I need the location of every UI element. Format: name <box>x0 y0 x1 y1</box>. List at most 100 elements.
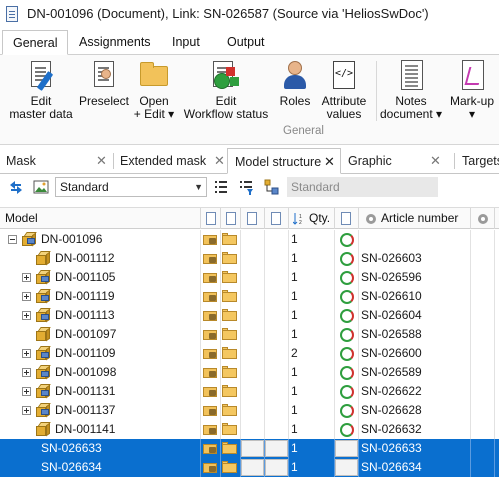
qty-cell: 1 <box>291 251 298 265</box>
expand-icon[interactable] <box>22 349 31 358</box>
folder-icon <box>222 347 237 359</box>
table-row[interactable]: DN-001097 1 SN-026588 <box>0 325 499 344</box>
cell-divider <box>240 230 241 249</box>
model-name-cell: DN-001098 <box>55 365 117 379</box>
folder-icon <box>222 366 237 378</box>
cell-divider <box>264 420 265 439</box>
tab-general[interactable]: General <box>2 30 69 55</box>
table-row[interactable]: DN-001113 1 SN-026604 <box>0 306 499 325</box>
cell-divider <box>334 268 335 287</box>
column-model[interactable]: Model <box>5 208 38 229</box>
folder-icon <box>222 461 237 473</box>
locked-folder-icon <box>203 347 218 359</box>
cell-divider <box>220 325 221 344</box>
cell-divider <box>240 325 241 344</box>
locked-folder-icon <box>203 309 218 321</box>
cell-divider <box>358 439 359 458</box>
tab-graphic[interactable]: Graphic ✕ <box>348 148 448 174</box>
expand-icon[interactable] <box>22 387 31 396</box>
expand-icon[interactable] <box>22 368 31 377</box>
cell-divider <box>334 306 335 325</box>
edit-document-icon <box>26 59 56 91</box>
cell-divider <box>240 382 241 401</box>
expand-icon[interactable] <box>22 292 31 301</box>
roles-button[interactable]: Roles <box>277 59 313 108</box>
tab-assignments[interactable]: Assignments <box>79 30 151 55</box>
cell-divider <box>470 401 471 420</box>
gear-icon <box>478 214 488 224</box>
cell-divider <box>470 325 471 344</box>
table-row[interactable]: DN-001119 1 SN-026610 <box>0 287 499 306</box>
cell-divider <box>494 287 495 306</box>
swap-arrows-icon[interactable] <box>8 179 24 195</box>
mark-up-button[interactable]: Mark-up ▾ <box>448 59 496 121</box>
table-row[interactable]: DN-001112 1 SN-026603 <box>0 249 499 268</box>
assembly-icon <box>36 403 51 418</box>
expand-icon[interactable] <box>22 273 31 282</box>
cell-divider <box>288 268 289 287</box>
cell-divider <box>494 249 495 268</box>
table-row[interactable]: DN-001109 2 SN-026600 <box>0 344 499 363</box>
column-divider <box>494 208 495 229</box>
column-article-number[interactable]: Article number <box>381 208 458 229</box>
collapse-icon[interactable] <box>8 235 17 244</box>
document-icon <box>226 212 236 225</box>
column-qty[interactable]: Qty. <box>309 208 330 229</box>
table-row[interactable]: SN-026634 1 SN-026634 <box>0 458 499 477</box>
cell-divider <box>200 306 201 325</box>
close-icon[interactable]: ✕ <box>430 148 441 174</box>
table-row[interactable]: DN-001096 1 <box>0 230 499 249</box>
model-structure-grid: Model 12 Qty. Article number DN-001096 1 D… <box>0 207 499 495</box>
table-row[interactable]: DN-001098 1 SN-026589 <box>0 363 499 382</box>
locked-folder-icon <box>203 404 218 416</box>
close-icon[interactable]: ✕ <box>214 148 225 174</box>
edit-workflow-status-button[interactable]: Edit Workflow status <box>180 59 272 121</box>
view-name-field: Standard <box>287 177 438 197</box>
image-view-icon[interactable] <box>33 179 49 195</box>
tab-extended-mask[interactable]: Extended mask ✕ <box>120 148 225 174</box>
tree-view-icon[interactable] <box>264 179 280 195</box>
filter-list-icon[interactable] <box>238 179 254 195</box>
assembly-icon <box>36 270 51 285</box>
folder-icon <box>139 59 169 91</box>
cell-divider <box>220 363 221 382</box>
cell-divider <box>240 363 241 382</box>
expand-icon[interactable] <box>22 406 31 415</box>
cell-divider <box>264 268 265 287</box>
close-icon[interactable]: ✕ <box>96 148 107 174</box>
tab-input[interactable]: Input <box>172 30 200 55</box>
cell-divider <box>288 230 289 249</box>
cell-divider <box>220 344 221 363</box>
qty-cell: 1 <box>291 403 298 417</box>
table-row[interactable]: DN-001105 1 SN-026596 <box>0 268 499 287</box>
table-row[interactable]: DN-001137 1 SN-026628 <box>0 401 499 420</box>
attribute-values-button[interactable]: </> Attribute values <box>317 59 371 121</box>
tab-output[interactable]: Output <box>227 30 265 55</box>
view-select[interactable]: Standard ▼ <box>55 177 207 197</box>
status-cycle-icon <box>340 233 354 247</box>
cell-divider <box>288 306 289 325</box>
close-icon[interactable]: ✕ <box>324 149 335 175</box>
table-row[interactable]: DN-001131 1 SN-026622 <box>0 382 499 401</box>
qty-cell: 1 <box>291 441 298 455</box>
folder-icon <box>222 423 237 435</box>
cell-divider <box>264 325 265 344</box>
cell-divider <box>200 268 201 287</box>
edit-master-data-button[interactable]: Edit master data <box>8 59 74 121</box>
preselect-button[interactable]: Preselect <box>78 59 130 108</box>
tab-targets[interactable]: Targets <box>462 148 499 174</box>
open-edit-button[interactable]: Open + Edit ▾ <box>133 59 175 121</box>
part-icon <box>36 422 51 437</box>
folder-icon <box>222 271 237 283</box>
cell-divider <box>494 268 495 287</box>
table-row[interactable]: SN-026633 1 SN-026633 <box>0 439 499 458</box>
tab-mask[interactable]: Mask ✕ <box>6 148 110 174</box>
tab-model-structure[interactable]: Model structure ✕ <box>227 148 341 174</box>
column-settings-icon[interactable] <box>213 179 229 195</box>
cell-divider <box>470 230 471 249</box>
chevron-down-icon[interactable]: ▼ <box>194 178 203 196</box>
notes-document-button[interactable]: Notes document ▾ <box>378 59 444 121</box>
cell-divider <box>220 439 221 458</box>
table-row[interactable]: DN-001141 1 SN-026632 <box>0 420 499 439</box>
expand-icon[interactable] <box>22 311 31 320</box>
